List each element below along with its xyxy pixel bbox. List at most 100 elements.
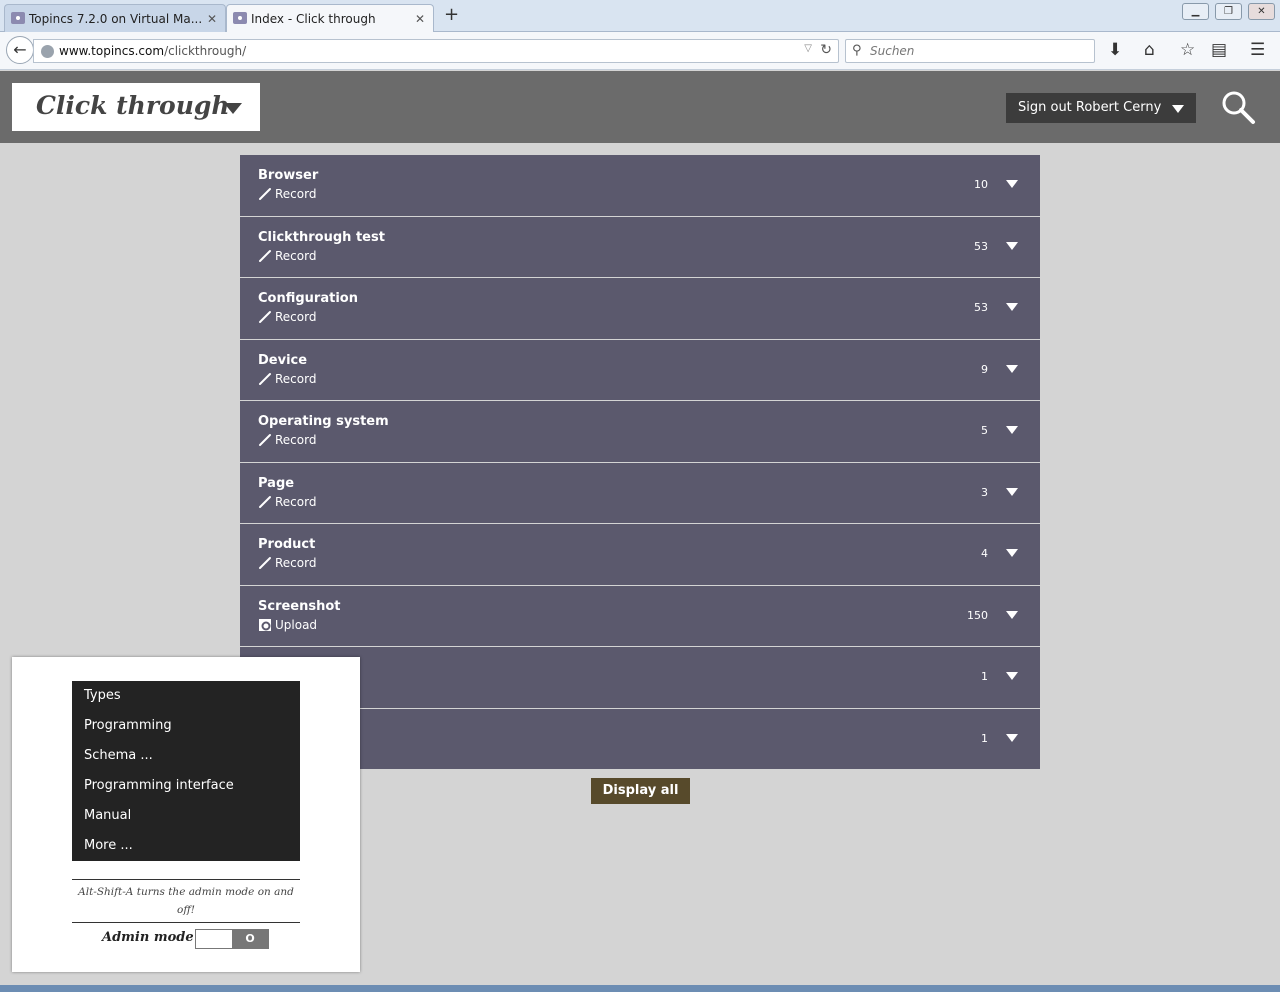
admin-panel: Types Programming Schema ... Programming in…	[12, 657, 360, 972]
index-row[interactable]: wto1	[240, 647, 1040, 709]
tab-title: Topincs 7.2.0 on Virtual Ma...	[29, 11, 203, 26]
chevron-down-icon[interactable]	[1006, 180, 1018, 188]
row-name[interactable]: Product	[258, 537, 315, 552]
index-row[interactable]: 1	[240, 708, 1040, 770]
row-name[interactable]: Clickthrough test	[258, 230, 385, 245]
row-action[interactable]: Record	[258, 187, 316, 201]
signout-button[interactable]: Sign out Robert Cerny	[1006, 93, 1196, 123]
download-icon[interactable]: ⬇	[1108, 40, 1122, 60]
row-action[interactable]: Record	[258, 249, 316, 263]
row-count: 9	[981, 362, 988, 376]
chevron-down-icon[interactable]	[1006, 610, 1018, 619]
browser-tab-bar: Topincs 7.2.0 on Virtual Ma... ✕ Index -…	[0, 0, 1280, 32]
index-row[interactable]: Page Record 3	[240, 462, 1040, 524]
minimize-icon[interactable]: ▁	[1182, 3, 1209, 20]
admin-mode-toggle[interactable]: O	[195, 929, 269, 949]
browser-tab-active[interactable]: Index - Click through ✕	[226, 4, 434, 32]
chevron-down-icon[interactable]	[1006, 549, 1018, 557]
restore-icon[interactable]: ❐	[1215, 3, 1242, 20]
index-row[interactable]: Device Record 9	[240, 339, 1040, 401]
url-bar[interactable]: www.topincs.com/clickthrough/ ▽ ↻	[33, 39, 839, 63]
index-row[interactable]: Configuration Record 53	[240, 278, 1040, 340]
reload-icon[interactable]: ↻	[820, 42, 832, 58]
row-name[interactable]: Screenshot	[258, 599, 341, 614]
row-action-label: Record	[275, 187, 317, 201]
admin-menu-item[interactable]: Programming interface	[72, 777, 300, 807]
row-name[interactable]: Configuration	[258, 291, 358, 306]
display-all-button[interactable]: Display all	[591, 778, 690, 804]
toggle-knob: O	[232, 930, 268, 948]
index-row[interactable]: Clickthrough test Record 53	[240, 216, 1040, 278]
back-arrow-icon[interactable]: ←	[6, 36, 34, 64]
os-taskbar	[0, 985, 1280, 992]
admin-menu-item[interactable]: Types	[72, 687, 300, 717]
admin-tip: Alt-Shift-A turns the admin mode on and …	[72, 879, 300, 923]
row-action[interactable]: Upload	[258, 618, 317, 632]
tab-close-icon[interactable]: ✕	[415, 12, 425, 26]
browser-search-input[interactable]: ⚲ Suchen	[845, 39, 1095, 63]
chevron-down-icon[interactable]	[1006, 426, 1018, 434]
search-icon: ⚲	[852, 43, 862, 58]
chevron-down-icon	[1172, 105, 1184, 113]
row-action-label: Record	[275, 310, 317, 324]
row-count: 3	[981, 485, 988, 499]
index-row[interactable]: Browser Record 10	[240, 155, 1040, 217]
signout-label: Sign out Robert Cerny	[1018, 100, 1162, 115]
row-name[interactable]: Operating system	[258, 414, 389, 429]
chevron-down-icon	[224, 103, 242, 114]
row-name[interactable]: Device	[258, 353, 307, 368]
page-header: Click through Sign out Robert Cerny	[0, 71, 1280, 143]
admin-menu: Types Programming Schema ... Programming in…	[72, 681, 300, 861]
search-icon[interactable]	[1220, 89, 1256, 125]
index-row[interactable]: Operating system Record 5	[240, 401, 1040, 463]
row-action[interactable]: Record	[258, 556, 316, 570]
row-count: 5	[981, 424, 988, 437]
row-action-label: Record	[275, 371, 317, 386]
row-name[interactable]: Browser	[258, 168, 318, 183]
reading-list-icon[interactable]: ▤	[1211, 40, 1227, 60]
row-count: 1	[981, 731, 988, 745]
admin-menu-item[interactable]: More ...	[72, 837, 300, 867]
row-action-label: Record	[275, 248, 317, 263]
pencil-icon	[259, 188, 271, 200]
pencil-icon	[259, 311, 271, 323]
upload-icon	[259, 618, 271, 631]
chevron-down-icon[interactable]	[1006, 733, 1018, 742]
home-icon[interactable]: ⌂	[1144, 40, 1155, 60]
tab-close-icon[interactable]: ✕	[207, 12, 217, 26]
admin-menu-item[interactable]: Programming	[72, 717, 300, 747]
hamburger-menu-icon[interactable]: ☰	[1250, 40, 1265, 60]
pencil-icon	[259, 249, 271, 262]
admin-mode-label: Admin mode	[102, 930, 194, 945]
topincs-favicon-icon	[11, 12, 25, 24]
chevron-down-icon[interactable]	[1006, 364, 1018, 373]
index-row[interactable]: Product Record 4	[240, 524, 1040, 586]
new-tab-icon[interactable]: +	[444, 5, 459, 25]
browser-nav-bar: ← www.topincs.com/clickthrough/ ▽ ↻ ⚲ Su…	[0, 32, 1280, 70]
row-action[interactable]: Record	[258, 495, 316, 509]
admin-menu-item[interactable]: Schema ...	[72, 747, 300, 777]
row-action-label: Record	[275, 433, 317, 447]
chevron-down-icon[interactable]	[1006, 672, 1018, 680]
topincs-favicon-icon	[233, 12, 247, 24]
site-title-dropdown[interactable]: Click through	[12, 83, 260, 131]
chevron-down-icon[interactable]	[1006, 487, 1018, 496]
window-close-icon[interactable]: ✕	[1248, 3, 1275, 20]
row-count: 150	[967, 608, 988, 622]
browser-tab[interactable]: Topincs 7.2.0 on Virtual Ma... ✕	[4, 4, 226, 32]
row-action[interactable]: Record	[258, 433, 316, 447]
globe-icon	[41, 45, 54, 58]
index-row[interactable]: Screenshot Upload 150	[240, 585, 1040, 647]
row-name[interactable]: Page	[258, 476, 294, 491]
admin-menu-item[interactable]: Manual	[72, 807, 300, 837]
url-dropdown-icon[interactable]: ▽	[804, 43, 812, 54]
chevron-down-icon[interactable]	[1006, 303, 1018, 311]
row-action[interactable]: Record	[258, 310, 316, 324]
site-title: Click through	[36, 91, 230, 120]
row-action[interactable]: Record	[258, 372, 316, 386]
chevron-down-icon[interactable]	[1006, 241, 1018, 250]
row-action-label: Upload	[275, 617, 318, 632]
url-text: www.topincs.com/clickthrough/	[59, 44, 247, 58]
row-count: 53	[974, 239, 988, 253]
bookmark-star-icon[interactable]: ☆	[1180, 40, 1195, 60]
